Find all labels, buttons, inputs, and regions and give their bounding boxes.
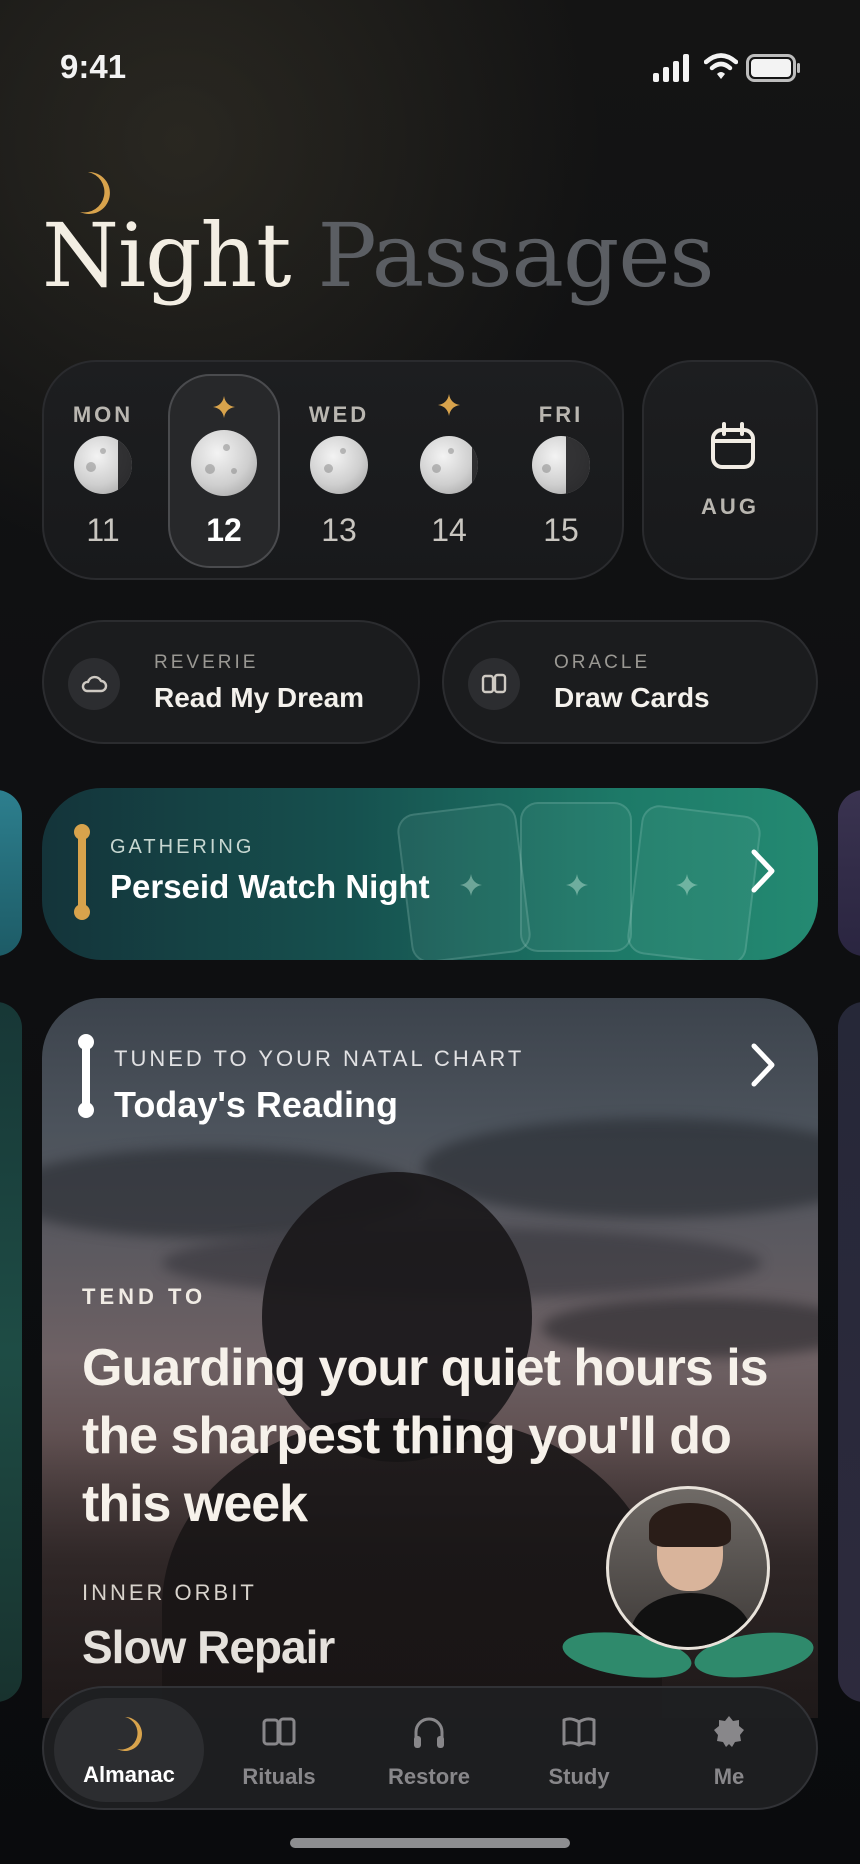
next-card-peek[interactable] (838, 790, 860, 956)
cloud-icon (81, 675, 108, 693)
calendar-icon (711, 422, 755, 469)
month-picker-button[interactable]: AUG (642, 360, 818, 580)
next-reading-peek[interactable] (838, 1002, 860, 1702)
title-secondary: Passages (317, 204, 715, 307)
moon-phase-icon (310, 436, 368, 494)
week-strip: MON 11 12 WED 13 14 FRI 15 (42, 360, 624, 580)
day-number: 12 (206, 512, 242, 548)
moon-icon (117, 1717, 142, 1751)
day-number: 14 (431, 512, 467, 548)
accent-bar (74, 824, 90, 920)
day-number: 11 (86, 512, 120, 548)
signal-icon (653, 54, 689, 82)
day-fri[interactable]: FRI 15 (506, 362, 616, 582)
card-star-icon (676, 874, 698, 896)
moon-phase-icon (532, 436, 590, 494)
month-label: AUG (701, 494, 759, 519)
sparkle-icon (438, 394, 460, 416)
day-mon[interactable]: MON 11 (48, 362, 158, 582)
day-thu[interactable]: 14 (394, 362, 504, 582)
page-title: Night Passages (42, 212, 715, 300)
tab-label: Me (713, 1764, 745, 1789)
day-name: WED (308, 402, 370, 427)
home-indicator[interactable] (290, 1838, 570, 1848)
pill-label: Read My Dream (154, 682, 365, 713)
chevron-right-icon[interactable] (748, 1040, 778, 1090)
read-dream-button[interactable]: REVERIE Read My Dream (42, 620, 420, 744)
tab-bar: Almanac Rituals Restore Study Me (42, 1686, 818, 1810)
tab-label: Study (548, 1764, 610, 1789)
tab-label: Almanac (83, 1762, 175, 1787)
chevron-right-icon[interactable] (748, 846, 778, 896)
wifi-icon (704, 53, 738, 79)
avatar[interactable] (606, 1486, 770, 1650)
gathering-kicker: GATHERING (110, 836, 255, 858)
day-wed[interactable]: WED 13 (284, 362, 394, 582)
prev-card-peek[interactable] (0, 790, 22, 956)
tab-label: Restore (388, 1764, 470, 1789)
pill-kicker: ORACLE (554, 652, 651, 673)
orbit-title: Slow Repair (82, 1621, 335, 1673)
title-primary: Night (42, 204, 292, 307)
tend-label: TEND TO (82, 1284, 207, 1309)
badge-icon (714, 1716, 744, 1747)
moon-phase-icon (74, 436, 132, 494)
day-number: 15 (543, 512, 579, 548)
reading-title: Today's Reading (114, 1084, 398, 1125)
day-name: MON (72, 402, 134, 427)
draw-cards-button[interactable]: ORACLE Draw Cards (442, 620, 818, 744)
book-icon (562, 1717, 596, 1747)
orbit-label: INNER ORBIT (82, 1580, 257, 1605)
status-bar: 9:41 (0, 0, 860, 130)
reading-card[interactable]: TUNED TO YOUR NATAL CHART Today's Readin… (42, 998, 818, 1718)
tab-me[interactable]: Me (654, 1688, 804, 1812)
cards-icon (481, 673, 507, 694)
tab-study[interactable]: Study (504, 1688, 654, 1812)
cards-icon (262, 1717, 296, 1746)
headphones-icon (414, 1717, 444, 1748)
day-selected[interactable]: 12 (168, 374, 280, 568)
tab-almanac[interactable]: Almanac (54, 1698, 204, 1802)
tab-rituals[interactable]: Rituals (204, 1688, 354, 1812)
gathering-title: Perseid Watch Night (110, 868, 430, 905)
pill-kicker: REVERIE (154, 652, 259, 673)
pill-icon-bg (468, 658, 520, 710)
status-time: 9:41 (60, 48, 127, 85)
moon-phase-icon (191, 430, 257, 496)
tab-label: Rituals (242, 1764, 316, 1789)
prev-reading-peek[interactable] (0, 1002, 22, 1702)
pill-label: Draw Cards (554, 682, 710, 713)
tab-restore[interactable]: Restore (354, 1688, 504, 1812)
pill-icon-bg (68, 658, 120, 710)
sparkle-icon (213, 396, 235, 418)
gathering-banner[interactable]: GATHERING Perseid Watch Night (42, 788, 818, 960)
app-screen: 9:41 Night Passages MON 11 12 WED 13 14 … (0, 0, 860, 1864)
reading-kicker: TUNED TO YOUR NATAL CHART (114, 1046, 525, 1071)
card-star-icon (566, 874, 588, 896)
card-star-icon (460, 874, 482, 896)
battery-icon (746, 54, 800, 82)
moon-phase-icon (420, 436, 478, 494)
day-number: 13 (321, 512, 357, 548)
day-name: FRI (538, 402, 584, 427)
accent-bar (78, 1034, 94, 1118)
